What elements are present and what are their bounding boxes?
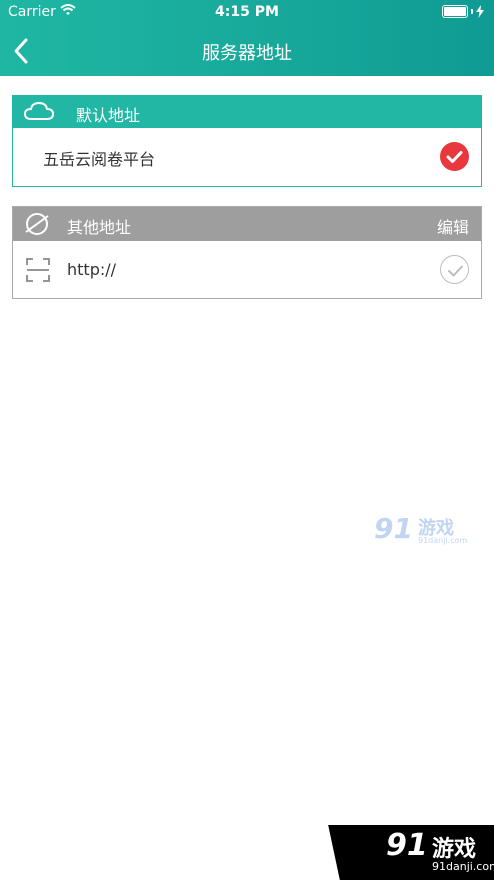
selected-check-icon[interactable] — [440, 142, 469, 171]
status-bar: Carrier 4:15 PM — [0, 0, 494, 26]
navigation-bar: 服务器地址 — [0, 26, 494, 76]
watermark-url: 91danji.com — [418, 536, 468, 545]
scan-icon[interactable] — [25, 257, 51, 287]
badge-url: 91danji.com — [432, 860, 494, 873]
default-address-title: 默认地址 — [76, 106, 141, 125]
unselected-check-icon[interactable] — [440, 255, 469, 284]
page-title: 服务器地址 — [202, 43, 292, 64]
other-address-item[interactable]: http:// — [13, 241, 481, 298]
other-address-header: 其他地址 编辑 — [13, 207, 481, 241]
other-address-title: 其他地址 — [67, 218, 132, 237]
badge-name: 游戏 — [432, 837, 477, 862]
planet-icon — [23, 211, 51, 241]
default-address-label: 五岳云阅卷平台 — [43, 150, 156, 169]
edit-button[interactable]: 编辑 — [437, 214, 469, 238]
default-address-section: 默认地址 五岳云阅卷平台 — [12, 95, 482, 187]
cloud-icon — [23, 100, 55, 126]
watermark-logo: 91 游戏 91danji.com — [374, 512, 470, 548]
other-address-label: http:// — [67, 260, 117, 279]
battery-icon — [442, 5, 484, 18]
clock: 4:15 PM — [215, 4, 279, 20]
default-address-item[interactable]: 五岳云阅卷平台 — [13, 128, 481, 186]
corner-badge-logo: 91 游戏 91danji.com — [314, 825, 494, 880]
top-bar: Carrier 4:15 PM 服务器地址 — [0, 0, 494, 76]
badge-number: 91 — [386, 828, 428, 863]
default-address-header: 默认地址 — [13, 96, 481, 128]
other-address-section: 其他地址 编辑 http:// — [12, 206, 482, 299]
watermark-number: 91 — [374, 512, 413, 545]
charging-icon — [476, 5, 484, 18]
